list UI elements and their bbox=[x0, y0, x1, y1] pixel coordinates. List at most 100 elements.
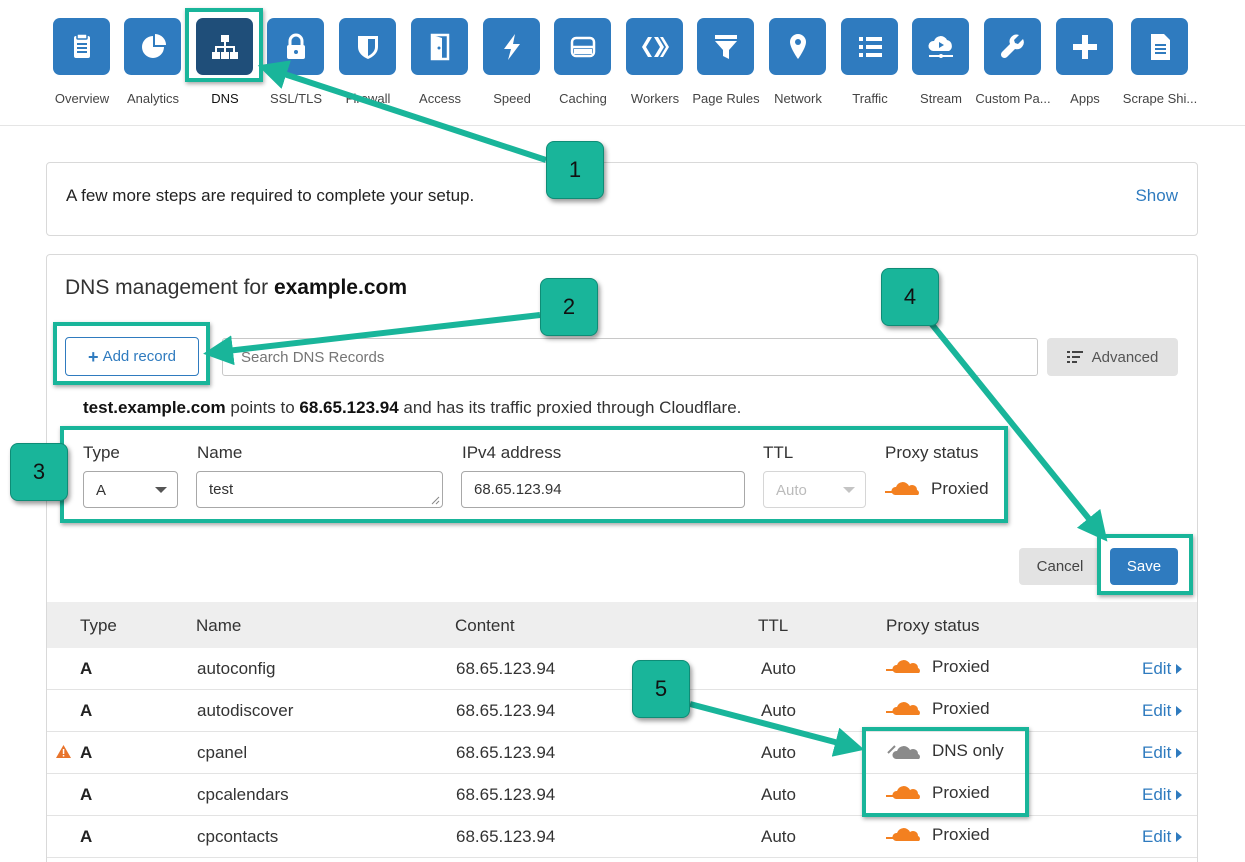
drive-icon bbox=[570, 36, 595, 57]
nav-item-traffic[interactable]: Traffic bbox=[834, 18, 906, 118]
ipv4-value: 68.65.123.94 bbox=[474, 481, 562, 498]
name-input[interactable]: test bbox=[196, 471, 443, 508]
cell-type: A bbox=[80, 827, 93, 846]
cell-ttl: Auto bbox=[761, 743, 796, 762]
proxy-status-toggle[interactable]: Proxied bbox=[885, 479, 989, 499]
workers-chevrons-icon bbox=[641, 36, 669, 57]
network-tree-icon bbox=[211, 34, 238, 59]
nav-item-apps[interactable]: Apps bbox=[1049, 18, 1121, 118]
filter-icon bbox=[714, 34, 737, 59]
caret-right-icon bbox=[1176, 664, 1183, 674]
proxy-status-value: Proxied bbox=[931, 479, 989, 498]
column-content[interactable]: Content bbox=[455, 616, 515, 636]
nav-item-firewall[interactable]: Firewall bbox=[332, 18, 404, 118]
nav-item-custom-pages[interactable]: Custom Pa... bbox=[975, 18, 1051, 118]
proxy-status-text: Proxied bbox=[932, 657, 990, 676]
nav-item-ssl-tls[interactable]: SSL/TLS bbox=[260, 18, 332, 118]
advanced-label: Advanced bbox=[1091, 348, 1159, 366]
plus-icon: + bbox=[88, 346, 99, 367]
table-row: A autoconfig 68.65.123.94 Auto Proxied E… bbox=[47, 648, 1197, 690]
nav-item-scrape-shield[interactable]: Scrape Shi... bbox=[1123, 18, 1197, 118]
edit-link[interactable]: Edit bbox=[1142, 659, 1183, 679]
zone-nav: Overview Analytics DNS SSL/TLS Firewall … bbox=[0, 0, 1245, 126]
nav-item-workers[interactable]: Workers bbox=[619, 18, 691, 118]
nav-label: Apps bbox=[1070, 91, 1100, 106]
cell-content: 68.65.123.94 bbox=[456, 827, 556, 846]
cell-type: A bbox=[80, 785, 93, 804]
cloud-stream-icon bbox=[927, 35, 953, 58]
callout-4: 4 bbox=[881, 268, 939, 326]
cell-ttl: Auto bbox=[761, 659, 796, 678]
cell-proxy-status: Proxied bbox=[886, 783, 990, 803]
edit-link[interactable]: Edit bbox=[1142, 827, 1183, 847]
table-row: A cpanel 68.65.123.94 Auto DNS only Edit bbox=[47, 732, 1197, 774]
edit-link[interactable]: Edit bbox=[1142, 701, 1183, 721]
warning-icon bbox=[56, 745, 71, 758]
edit-label: Edit bbox=[1142, 701, 1172, 720]
edit-link[interactable]: Edit bbox=[1142, 743, 1183, 763]
banner-text: A few more steps are required to complet… bbox=[66, 186, 475, 205]
caret-right-icon bbox=[1176, 706, 1183, 716]
column-name[interactable]: Name bbox=[196, 616, 241, 636]
pie-chart-icon bbox=[141, 33, 166, 58]
nav-item-overview[interactable]: Overview bbox=[46, 18, 118, 118]
callout-3: 3 bbox=[10, 443, 68, 501]
search-input[interactable] bbox=[222, 338, 1038, 376]
table-row: A cpcalendars 68.65.123.94 Auto Proxied … bbox=[47, 774, 1197, 816]
nav-label: Scrape Shi... bbox=[1122, 91, 1198, 106]
cancel-button[interactable]: Cancel bbox=[1019, 548, 1101, 585]
document-icon bbox=[73, 32, 90, 58]
type-select[interactable]: A bbox=[83, 471, 178, 508]
nav-item-caching[interactable]: Caching bbox=[547, 18, 619, 118]
nav-item-network[interactable]: Network bbox=[762, 18, 834, 118]
ttl-select: Auto bbox=[763, 471, 866, 508]
page-title: DNS management for example.com bbox=[65, 276, 407, 300]
edit-label: Edit bbox=[1142, 743, 1172, 762]
cell-content: 68.65.123.94 bbox=[456, 785, 556, 804]
proxied-cloud-icon bbox=[886, 660, 920, 673]
ttl-value: Auto bbox=[776, 482, 807, 499]
summary-mid: points to bbox=[225, 398, 300, 417]
cell-name: autodiscover bbox=[197, 701, 294, 720]
nav-item-access[interactable]: Access bbox=[404, 18, 476, 118]
ipv4-label: IPv4 address bbox=[462, 443, 562, 462]
edit-label: Edit bbox=[1142, 827, 1172, 846]
column-ttl[interactable]: TTL bbox=[758, 616, 788, 636]
show-link[interactable]: Show bbox=[1135, 186, 1178, 206]
edit-link[interactable]: Edit bbox=[1142, 785, 1183, 805]
filter-list-icon bbox=[1066, 351, 1083, 363]
proxy-status-text: Proxied bbox=[932, 783, 990, 802]
chevron-down-icon bbox=[155, 487, 167, 493]
nav-item-speed[interactable]: Speed bbox=[476, 18, 548, 118]
save-button[interactable]: Save bbox=[1110, 548, 1178, 585]
proxied-cloud-icon bbox=[886, 786, 920, 799]
type-label: Type bbox=[83, 443, 120, 462]
location-pin-icon bbox=[789, 33, 806, 59]
callout-2: 2 bbox=[540, 278, 598, 336]
nav-item-page-rules[interactable]: Page Rules bbox=[690, 18, 762, 118]
cell-proxy-status: DNS only bbox=[886, 741, 1004, 761]
advanced-button[interactable]: Advanced bbox=[1047, 338, 1178, 376]
cell-name: cpcalendars bbox=[197, 785, 289, 804]
nav-item-stream[interactable]: Stream bbox=[905, 18, 977, 118]
column-type[interactable]: Type bbox=[80, 616, 117, 636]
proxied-cloud-icon bbox=[886, 702, 920, 715]
shield-icon bbox=[357, 35, 378, 59]
resize-handle-icon[interactable] bbox=[431, 496, 440, 505]
column-proxy-status[interactable]: Proxy status bbox=[886, 616, 980, 636]
cell-name: autoconfig bbox=[197, 659, 276, 678]
nav-item-dns[interactable]: DNS bbox=[189, 18, 261, 118]
list-icon bbox=[858, 36, 882, 57]
caret-right-icon bbox=[1176, 790, 1183, 800]
ipv4-input[interactable]: 68.65.123.94 bbox=[461, 471, 745, 508]
cell-content: 68.65.123.94 bbox=[456, 659, 556, 678]
cell-ttl: Auto bbox=[761, 701, 796, 720]
add-record-button[interactable]: + Add record bbox=[65, 337, 199, 376]
callout-1: 1 bbox=[546, 141, 604, 199]
table-header: Type Name Content TTL Proxy status bbox=[47, 602, 1197, 648]
zone-domain: example.com bbox=[273, 276, 408, 299]
nav-item-analytics[interactable]: Analytics bbox=[117, 18, 189, 118]
ttl-label: TTL bbox=[763, 443, 794, 462]
name-value: test bbox=[209, 481, 234, 498]
proxy-status-text: DNS only bbox=[932, 741, 1004, 760]
